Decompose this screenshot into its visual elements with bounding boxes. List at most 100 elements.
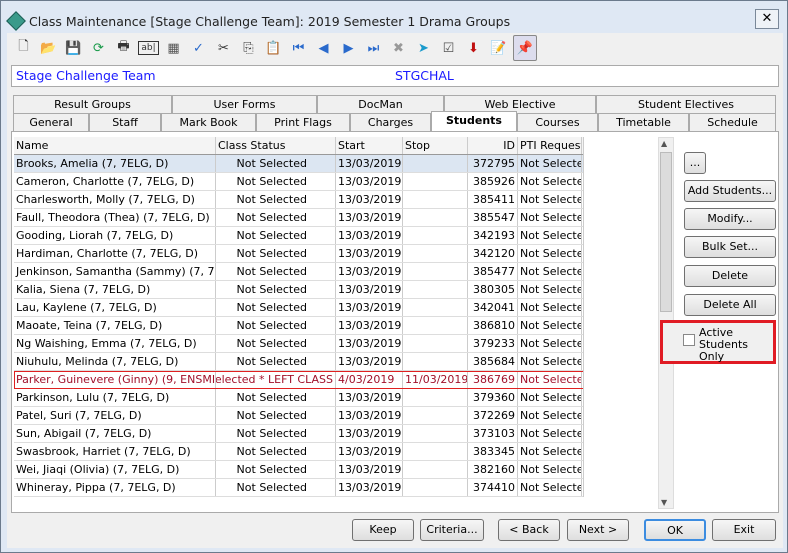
tab-students[interactable]: Students: [431, 111, 517, 131]
tab-general[interactable]: General: [13, 113, 89, 131]
active-students-only-checkbox[interactable]: Active Students Only: [660, 320, 776, 364]
column-header-class-status[interactable]: Class Status: [216, 137, 336, 154]
keep-button[interactable]: Keep: [352, 519, 414, 541]
criteria-button[interactable]: Criteria...: [420, 519, 484, 541]
cell-class-status: Not Selected: [216, 389, 336, 406]
table-row[interactable]: Brooks, Amelia (7, 7ELG, D) Not Selected 1…: [14, 155, 583, 173]
tab-staff[interactable]: Staff: [89, 113, 161, 131]
tab-timetable[interactable]: Timetable: [598, 113, 689, 131]
close-button[interactable]: ✕: [755, 9, 779, 29]
cell-stop: [403, 209, 468, 226]
cell-pti-request: Not Selected: [518, 155, 582, 172]
cell-name: Niuhulu, Melinda (7, 7ELG, D): [14, 353, 216, 370]
table-row[interactable]: Wei, Jiaqi (Olivia) (7, 7ELG, D) Not Sele…: [14, 461, 583, 479]
table-row[interactable]: Swasbrook, Harriet (7, 7ELG, D) Not Selec…: [14, 443, 583, 461]
side-button-delete-all[interactable]: Delete All: [684, 294, 776, 316]
table-row[interactable]: Kalia, Siena (7, 7ELG, D) Not Selected 13/…: [14, 281, 583, 299]
table-row[interactable]: Cameron, Charlotte (7, 7ELG, D) Not Selec…: [14, 173, 583, 191]
pin-icon[interactable]: 📌: [513, 35, 537, 61]
tab-result-groups[interactable]: Result Groups: [13, 95, 172, 113]
cell-start: 13/03/2019: [338, 209, 403, 226]
approve-icon[interactable]: ☑: [438, 38, 459, 59]
cell-pti-request: Not Selected: [518, 245, 582, 262]
tab-print-flags[interactable]: Print Flags: [256, 113, 350, 131]
cell-stop: [403, 263, 468, 280]
calculator-icon[interactable]: ▦: [163, 38, 184, 59]
cell-class-status: Not Selected: [216, 407, 336, 424]
table-row[interactable]: Charlesworth, Molly (7, 7ELG, D) Not Sele…: [14, 191, 583, 209]
checkbox-box[interactable]: [683, 334, 695, 346]
text-field-icon[interactable]: ab|: [138, 41, 159, 55]
table-row[interactable]: Lau, Kaylene (7, 7ELG, D) Not Selected 13/…: [14, 299, 583, 317]
tab-mark-book[interactable]: Mark Book: [161, 113, 256, 131]
side-button-more[interactable]: ...: [684, 152, 706, 174]
first-record-icon[interactable]: ⏮: [288, 38, 309, 59]
spellcheck-icon[interactable]: ✓: [188, 38, 209, 59]
table-row[interactable]: Sun, Abigail (7, 7ELG, D) Not Selected 13/…: [14, 425, 583, 443]
scroll-down-icon[interactable]: ▼: [661, 498, 667, 507]
next-record-icon[interactable]: ▶: [338, 38, 359, 59]
new-icon[interactable]: 🗋: [13, 38, 34, 59]
side-button-add-students[interactable]: Add Students...: [684, 180, 776, 202]
save-icon[interactable]: 💾: [63, 38, 84, 59]
paste-icon[interactable]: 📋: [263, 38, 284, 59]
table-row[interactable]: Jenkinson, Samantha (Sammy) (7, 7ELG, D)…: [14, 263, 583, 281]
table-row[interactable]: Hardiman, Charlotte (7, 7ELG, D) Not Sele…: [14, 245, 583, 263]
scroll-thumb[interactable]: [660, 152, 672, 312]
copy-icon[interactable]: ⎘: [238, 38, 259, 59]
last-record-icon[interactable]: ⏭: [363, 38, 384, 59]
column-header-name[interactable]: Name: [14, 137, 216, 154]
table-row[interactable]: Patel, Suri (7, 7ELG, D) Not Selected 13/0…: [14, 407, 583, 425]
cell-start: 13/03/2019: [338, 407, 403, 424]
next-button[interactable]: Next >: [567, 519, 629, 541]
table-row[interactable]: Niuhulu, Melinda (7, 7ELG, D) Not Selecte…: [14, 353, 583, 371]
cell-pti-request: Not Selected: [518, 461, 582, 478]
cell-name: Charlesworth, Molly (7, 7ELG, D): [14, 191, 216, 208]
previous-record-icon[interactable]: ◀: [313, 38, 334, 59]
cell-pti-request: Not Selected: [518, 263, 582, 280]
cell-stop: [403, 407, 468, 424]
side-button-modify[interactable]: Modify...: [684, 208, 776, 230]
cell-stop: [403, 461, 468, 478]
table-row[interactable]: Parker, Guinevere (Ginny) (9, ENSMI, D)N…: [14, 371, 583, 389]
clipboard-check-icon[interactable]: 📝: [488, 38, 509, 59]
tab-student-electives[interactable]: Student Electives: [596, 95, 776, 113]
table-row[interactable]: Whineray, Pippa (7, 7ELG, D) Not Selected…: [14, 479, 583, 497]
cell-id: 373103: [468, 425, 518, 442]
scroll-up-icon[interactable]: ▲: [661, 139, 667, 148]
back-button[interactable]: < Back: [498, 519, 560, 541]
open-folder-icon[interactable]: 📂: [38, 38, 59, 59]
tab-user-forms[interactable]: User Forms: [172, 95, 317, 113]
class-maintenance-window: Class Maintenance [Stage Challenge Team]…: [0, 0, 788, 553]
column-header-stop[interactable]: Stop: [403, 137, 468, 154]
cell-start: 13/03/2019: [338, 335, 403, 352]
download-icon[interactable]: ⬇: [463, 38, 484, 59]
column-header-pti-request[interactable]: PTI Request: [518, 137, 582, 154]
delete-icon[interactable]: ✖: [388, 38, 409, 59]
go-icon[interactable]: ➤: [413, 38, 434, 59]
cell-stop: [403, 299, 468, 316]
exit-button[interactable]: Exit: [712, 519, 776, 541]
tab-charges[interactable]: Charges: [350, 113, 431, 131]
tab-courses[interactable]: Courses: [517, 113, 598, 131]
side-button-bulk-set[interactable]: Bulk Set...: [684, 236, 776, 258]
tab-docman[interactable]: DocMan: [317, 95, 444, 113]
refresh-icon[interactable]: ⟳: [88, 38, 109, 59]
table-row[interactable]: Gooding, Liorah (7, 7ELG, D) Not Selected…: [14, 227, 583, 245]
side-button-delete[interactable]: Delete: [684, 265, 776, 287]
cell-start: 13/03/2019: [338, 317, 403, 334]
table-row[interactable]: Parkinson, Lulu (7, 7ELG, D) Not Selected…: [14, 389, 583, 407]
cell-id: 386769: [468, 371, 518, 388]
column-header-id[interactable]: ID: [468, 137, 518, 154]
table-row[interactable]: Ng Waishing, Emma (7, 7ELG, D) Not Select…: [14, 335, 583, 353]
tab-schedule[interactable]: Schedule: [689, 113, 776, 131]
cell-id: 380305: [468, 281, 518, 298]
print-icon[interactable]: 🖶: [113, 38, 134, 59]
ok-button[interactable]: OK: [644, 519, 706, 541]
cell-name: Parkinson, Lulu (7, 7ELG, D): [14, 389, 216, 406]
cell-class-status: Not Selected: [216, 479, 336, 496]
column-header-start[interactable]: Start: [336, 137, 403, 154]
table-row[interactable]: Maoate, Teina (7, 7ELG, D) Not Selected 13…: [14, 317, 583, 335]
table-row[interactable]: Faull, Theodora (Thea) (7, 7ELG, D) Not S…: [14, 209, 583, 227]
cut-icon[interactable]: ✂: [213, 38, 234, 59]
